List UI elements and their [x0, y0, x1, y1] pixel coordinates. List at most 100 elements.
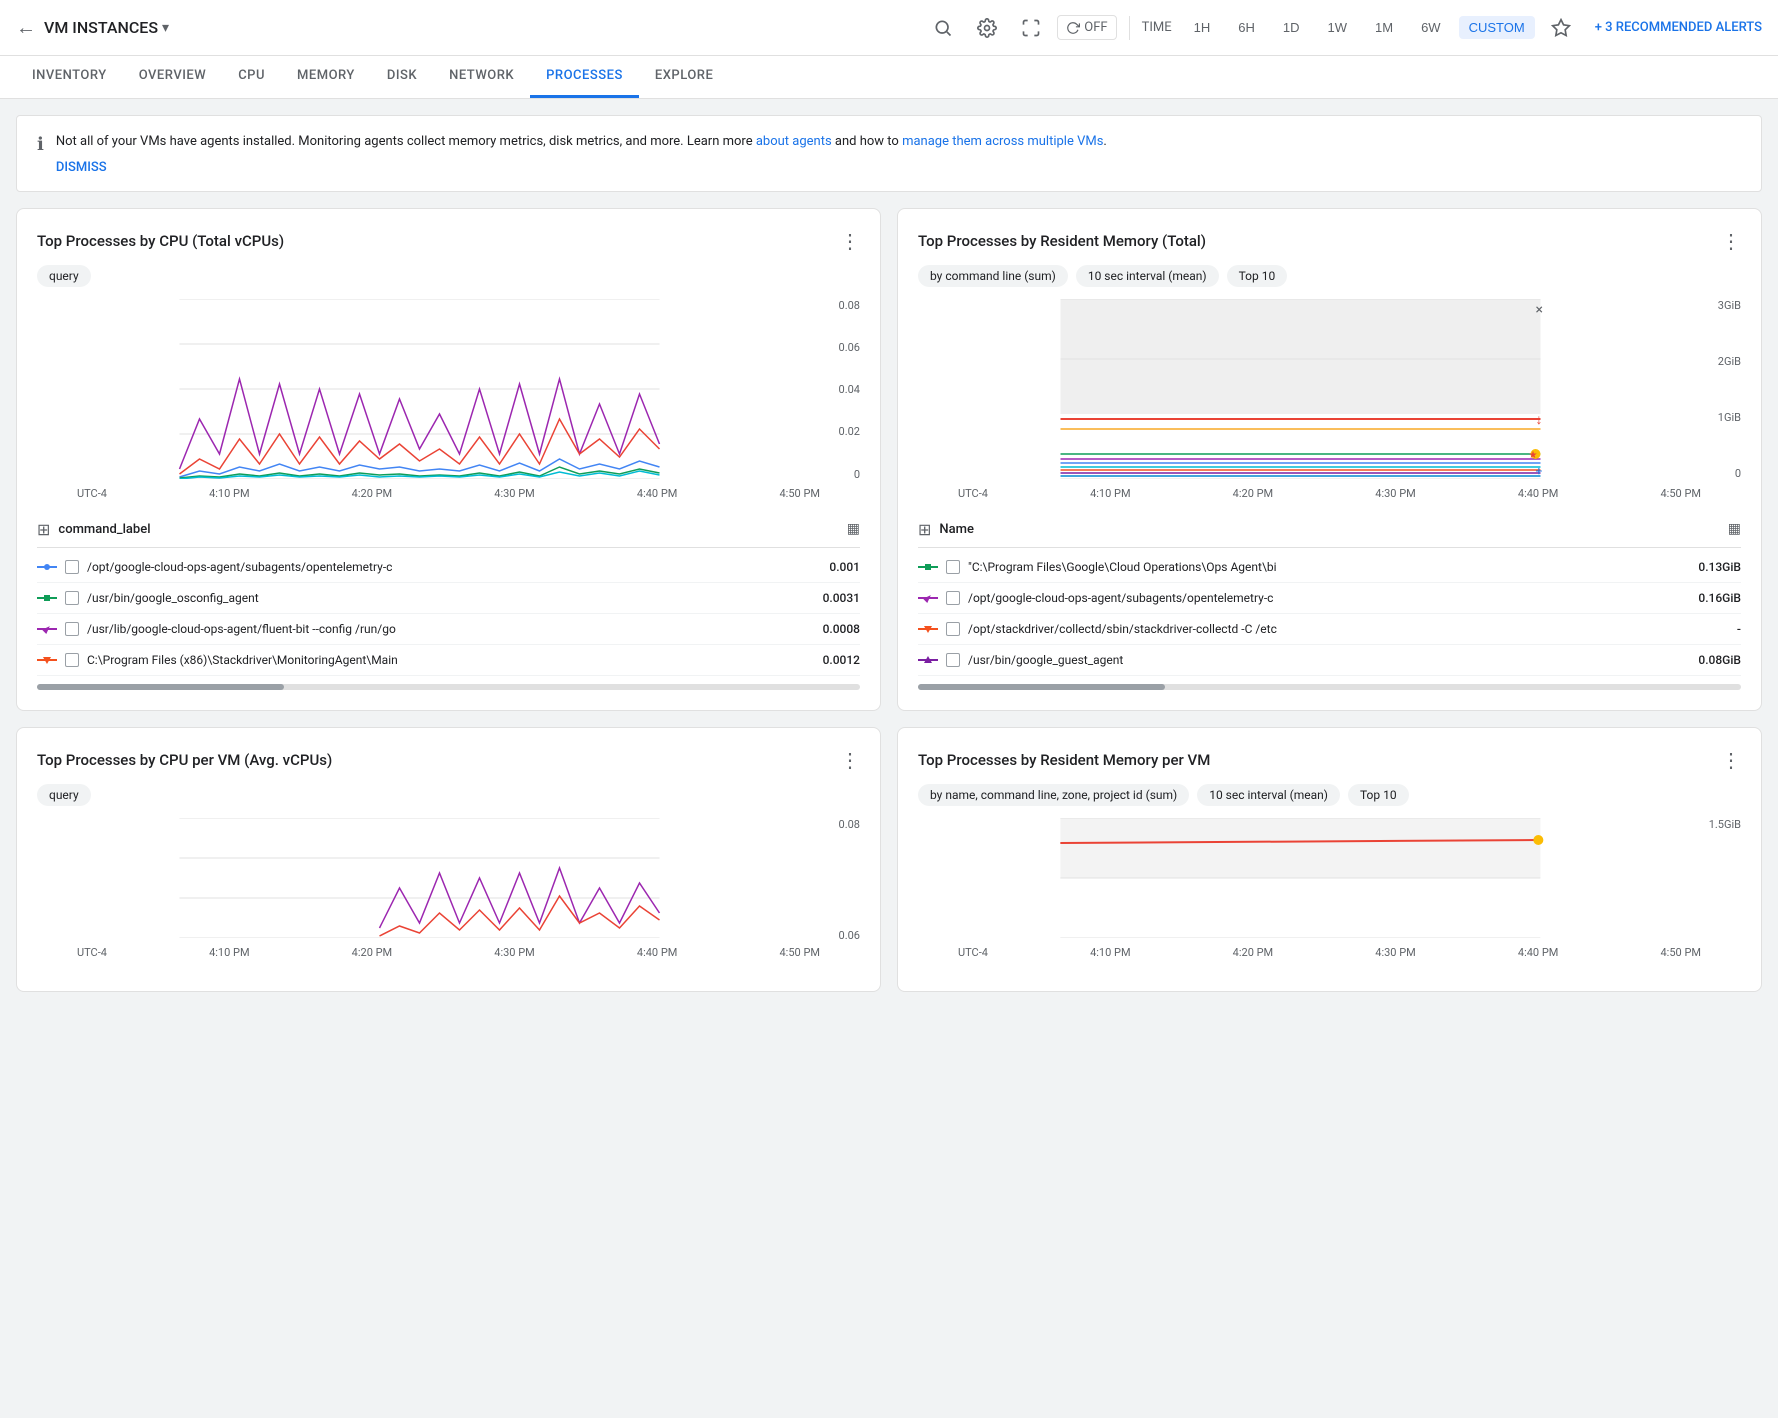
- row-checkbox[interactable]: [946, 622, 960, 636]
- row-checkbox[interactable]: [946, 591, 960, 605]
- tab-overview[interactable]: OVERVIEW: [123, 56, 222, 98]
- table-column-label: command_label: [58, 522, 150, 537]
- alerts-button[interactable]: + 3 RECOMMENDED ALERTS: [1595, 20, 1762, 35]
- x-label: 4:40 PM: [637, 946, 677, 959]
- row-label: "C:\Program Files\Google\Cloud Operation…: [968, 560, 1683, 574]
- row-checkbox[interactable]: [65, 591, 79, 605]
- tab-explore[interactable]: EXPLORE: [639, 56, 729, 98]
- x-label: 4:30 PM: [494, 946, 534, 959]
- more-options-button[interactable]: ⋮: [1721, 229, 1741, 253]
- about-agents-link[interactable]: about agents: [756, 134, 832, 149]
- row-marker: [918, 624, 938, 634]
- filter-query[interactable]: query: [37, 784, 91, 806]
- row-checkbox[interactable]: [946, 560, 960, 574]
- table-row: /opt/google-cloud-ops-agent/subagents/op…: [37, 552, 860, 583]
- svg-text:↓: ↓: [1536, 412, 1543, 428]
- info-banner: ℹ Not all of your VMs have agents instal…: [16, 115, 1762, 192]
- time-1w[interactable]: 1W: [1318, 16, 1358, 39]
- nav-tabs: INVENTORY OVERVIEW CPU MEMORY DISK NETWO…: [0, 56, 1778, 99]
- time-1d[interactable]: 1D: [1273, 16, 1310, 39]
- row-checkbox[interactable]: [65, 560, 79, 574]
- cpu-chart-svg: [37, 299, 822, 479]
- table-row: C:\Program Files (x86)\Stackdriver\Monit…: [37, 645, 860, 676]
- row-marker: [37, 624, 57, 634]
- filter-by-command[interactable]: by command line (sum): [918, 265, 1068, 287]
- row-marker: [37, 563, 57, 571]
- y-label: 0.06: [828, 341, 860, 354]
- x-label: 4:50 PM: [1661, 487, 1701, 500]
- more-options-button[interactable]: ⋮: [840, 229, 860, 253]
- info-icon: ℹ: [37, 134, 44, 155]
- row-label: /opt/google-cloud-ops-agent/subagents/op…: [87, 560, 802, 574]
- row-marker: [918, 655, 938, 665]
- x-label: UTC-4: [77, 487, 107, 500]
- scroll-track[interactable]: [37, 684, 860, 690]
- table-row: /usr/bin/google_guest_agent 0.08GiB: [918, 645, 1741, 676]
- time-6h[interactable]: 6H: [1228, 16, 1265, 39]
- main-content: Top Processes by CPU (Total vCPUs) ⋮ que…: [0, 208, 1778, 1008]
- y-label: 0.08: [828, 299, 860, 312]
- y-label: 0.04: [828, 383, 860, 396]
- time-6w[interactable]: 6W: [1411, 16, 1451, 39]
- search-icon[interactable]: [925, 10, 961, 46]
- x-label: 4:50 PM: [780, 487, 820, 500]
- chart-title: Top Processes by Resident Memory (Total): [918, 232, 1206, 250]
- x-label: 4:20 PM: [352, 487, 392, 500]
- memory-per-vm-chart-svg: [918, 818, 1703, 938]
- chart-header: Top Processes by CPU (Total vCPUs) ⋮: [37, 229, 860, 253]
- x-label: 4:10 PM: [1090, 946, 1130, 959]
- time-1h[interactable]: 1H: [1184, 16, 1221, 39]
- more-options-button[interactable]: ⋮: [1721, 748, 1741, 772]
- tab-cpu[interactable]: CPU: [222, 56, 281, 98]
- more-options-button[interactable]: ⋮: [840, 748, 860, 772]
- filter-top10[interactable]: Top 10: [1227, 265, 1288, 287]
- back-button[interactable]: ←: [16, 15, 36, 40]
- charts-grid: Top Processes by CPU (Total vCPUs) ⋮ que…: [16, 208, 1762, 992]
- refresh-toggle[interactable]: OFF: [1057, 15, 1116, 40]
- x-axis: UTC-4 4:10 PM 4:20 PM 4:30 PM 4:40 PM 4:…: [918, 483, 1741, 504]
- tab-disk[interactable]: DISK: [371, 56, 433, 98]
- x-label: 4:30 PM: [1375, 487, 1415, 500]
- filter-query[interactable]: query: [37, 265, 91, 287]
- tab-inventory[interactable]: INVENTORY: [16, 56, 123, 98]
- column-toggle[interactable]: ▦: [847, 521, 860, 537]
- memory-chart-svg: × ↓ ★ +: [918, 299, 1703, 479]
- row-label: /usr/bin/google_guest_agent: [968, 653, 1683, 667]
- chart-title: Top Processes by Resident Memory per VM: [918, 751, 1210, 769]
- column-toggle[interactable]: ▦: [1728, 521, 1741, 537]
- row-checkbox[interactable]: [946, 653, 960, 667]
- table-header-left: ⊞ command_label: [37, 520, 151, 539]
- star-icon[interactable]: [1543, 10, 1579, 46]
- svg-text:+: +: [1536, 464, 1543, 478]
- line-marker-teal: [918, 563, 938, 571]
- x-label: 4:10 PM: [209, 487, 249, 500]
- title-dropdown-arrow[interactable]: ▾: [162, 20, 169, 36]
- info-text: Not all of your VMs have agents installe…: [56, 132, 1107, 152]
- chart-cpu-total: Top Processes by CPU (Total vCPUs) ⋮ que…: [16, 208, 881, 711]
- filter-interval[interactable]: 10 sec interval (mean): [1197, 784, 1340, 806]
- row-label: /usr/bin/google_osconfig_agent: [87, 591, 802, 605]
- filter-top10[interactable]: Top 10: [1348, 784, 1409, 806]
- row-checkbox[interactable]: [65, 622, 79, 636]
- settings-icon[interactable]: [969, 10, 1005, 46]
- dismiss-button[interactable]: DISMISS: [56, 160, 1107, 175]
- table-header: ⊞ command_label ▦: [37, 512, 860, 548]
- time-custom[interactable]: CUSTOM: [1459, 16, 1535, 39]
- filter-interval[interactable]: 10 sec interval (mean): [1076, 265, 1219, 287]
- manage-vms-link[interactable]: manage them across multiple VMs: [902, 134, 1103, 149]
- fullscreen-icon[interactable]: [1013, 10, 1049, 46]
- tab-memory[interactable]: MEMORY: [281, 56, 371, 98]
- filter-by-name[interactable]: by name, command line, zone, project id …: [918, 784, 1189, 806]
- svg-text:★: ★: [1529, 450, 1538, 461]
- x-axis: UTC-4 4:10 PM 4:20 PM 4:30 PM 4:40 PM 4:…: [37, 483, 860, 504]
- x-label: 4:20 PM: [1233, 946, 1273, 959]
- tab-processes[interactable]: PROCESSES: [530, 56, 639, 98]
- scroll-track[interactable]: [918, 684, 1741, 690]
- tab-network[interactable]: NETWORK: [433, 56, 530, 98]
- row-checkbox[interactable]: [65, 653, 79, 667]
- chart-title: Top Processes by CPU (Total vCPUs): [37, 232, 284, 250]
- table-row: /usr/lib/google-cloud-ops-agent/fluent-b…: [37, 614, 860, 645]
- time-1m[interactable]: 1M: [1365, 16, 1403, 39]
- x-label: 4:10 PM: [1090, 487, 1130, 500]
- row-label: /usr/lib/google-cloud-ops-agent/fluent-b…: [87, 622, 802, 636]
